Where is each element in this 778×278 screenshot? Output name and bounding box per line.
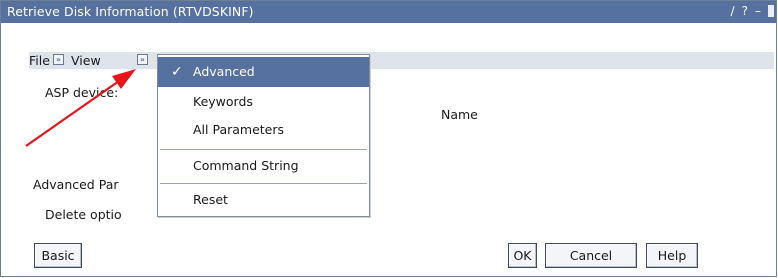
annotation-arrow-icon <box>25 69 136 147</box>
annotation-arrow-shaft <box>25 80 120 147</box>
annotation-arrow-head <box>112 69 136 89</box>
